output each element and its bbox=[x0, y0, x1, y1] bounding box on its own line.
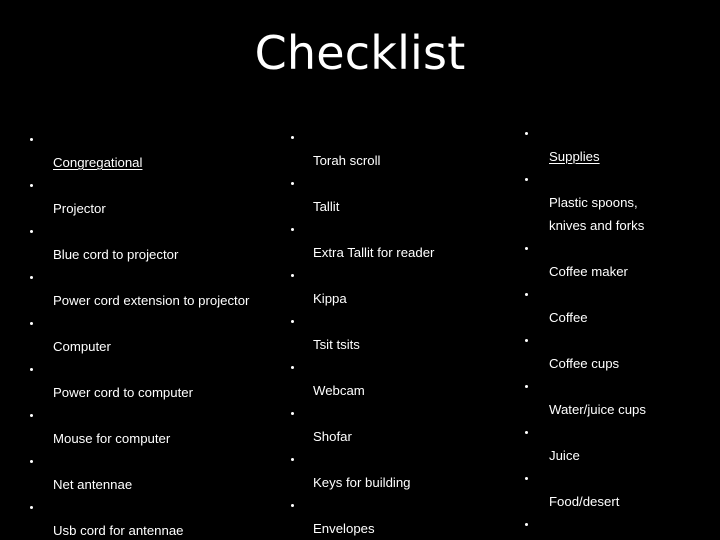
bullet-list-column-2: Torah scroll Tallit Extra Tallit for rea… bbox=[283, 126, 508, 540]
list-item[interactable]: Coffee cups bbox=[516, 329, 716, 375]
list-item[interactable]: Shofar bbox=[283, 402, 508, 448]
list-item-label: Extra Tallit for reader bbox=[313, 245, 435, 260]
list-item[interactable]: Coffee bbox=[516, 283, 716, 329]
list-item-label: Keys for building bbox=[313, 475, 411, 490]
list-item-label: Congregational bbox=[53, 155, 143, 170]
list-item[interactable]: Tallit bbox=[283, 172, 508, 218]
list-item[interactable]: Coffee maker bbox=[516, 237, 716, 283]
list-item-label: Shofar bbox=[313, 429, 352, 444]
list-item-label: Coffee bbox=[549, 310, 588, 325]
list-item-label: Computer bbox=[53, 339, 111, 354]
list-item-label: Kippa bbox=[313, 291, 347, 306]
list-item[interactable]: Supplies bbox=[516, 122, 716, 168]
bullet-list-column-1: Congregational Projector Blue cord to pr… bbox=[22, 128, 270, 540]
list-item[interactable]: Blue cord to projector bbox=[22, 220, 270, 266]
list-item[interactable]: Keys for building bbox=[283, 448, 508, 494]
list-item[interactable]: Tsit tsits bbox=[283, 310, 508, 356]
checklist-columns: Congregational Projector Blue cord to pr… bbox=[0, 0, 720, 540]
list-item[interactable]: Webcam bbox=[283, 356, 508, 402]
list-item-label: Tsit tsits bbox=[313, 337, 360, 352]
list-item[interactable]: Extra Tallit for reader bbox=[283, 218, 508, 264]
list-item[interactable]: Congregational bbox=[22, 128, 270, 174]
list-item[interactable]: Projector bbox=[22, 174, 270, 220]
list-item[interactable]: Food/desert bbox=[516, 467, 716, 513]
list-item[interactable]: Mouse for computer bbox=[22, 404, 270, 450]
checklist-column-3: Supplies Plastic spoons, knives and fork… bbox=[516, 122, 716, 540]
list-item-label: Webcam bbox=[313, 383, 365, 398]
list-item-label: Water/juice cups bbox=[549, 402, 646, 417]
presentation-slide: Checklist Congregational Projector Blue … bbox=[0, 0, 720, 540]
list-item[interactable]: Kippa bbox=[283, 264, 508, 310]
checklist-column-2: Torah scroll Tallit Extra Tallit for rea… bbox=[283, 126, 508, 540]
list-item[interactable]: Net antennae bbox=[22, 450, 270, 496]
bullet-list-column-3: Supplies Plastic spoons, knives and fork… bbox=[516, 122, 716, 540]
list-item-label: Coffee cups bbox=[549, 356, 620, 371]
list-item-label: Net antennae bbox=[53, 477, 133, 492]
list-item[interactable]: Power cord to computer bbox=[22, 358, 270, 404]
list-item-label: Blue cord to projector bbox=[53, 247, 179, 262]
list-item-label: Torah scroll bbox=[313, 153, 381, 168]
list-item[interactable]: Tablecloth bbox=[516, 513, 716, 540]
list-item-label: Tallit bbox=[313, 199, 340, 214]
list-item-label: Envelopes bbox=[313, 521, 375, 536]
list-item[interactable]: Envelopes bbox=[283, 494, 508, 540]
list-item-label: Juice bbox=[549, 448, 580, 463]
list-item[interactable]: Usb cord for antennae bbox=[22, 496, 270, 540]
list-item-label: Coffee maker bbox=[549, 264, 628, 279]
list-item-label: Power cord to computer bbox=[53, 385, 193, 400]
checklist-column-1: Congregational Projector Blue cord to pr… bbox=[22, 128, 270, 540]
list-item-label: Supplies bbox=[549, 149, 600, 164]
list-item[interactable]: Torah scroll bbox=[283, 126, 508, 172]
list-item[interactable]: Juice bbox=[516, 421, 716, 467]
list-item-label: Food/desert bbox=[549, 494, 620, 509]
list-item[interactable]: Plastic spoons, knives and forks bbox=[516, 168, 716, 237]
list-item[interactable]: Water/juice cups bbox=[516, 375, 716, 421]
list-item[interactable]: Computer bbox=[22, 312, 270, 358]
list-item-label: Projector bbox=[53, 201, 106, 216]
list-item[interactable]: Power cord extension to projector bbox=[22, 266, 270, 312]
list-item-label: Power cord extension to projector bbox=[53, 293, 250, 308]
list-item-label: Plastic spoons, knives and forks bbox=[549, 195, 645, 233]
list-item-label: Mouse for computer bbox=[53, 431, 171, 446]
list-item-label: Usb cord for antennae bbox=[53, 523, 184, 538]
